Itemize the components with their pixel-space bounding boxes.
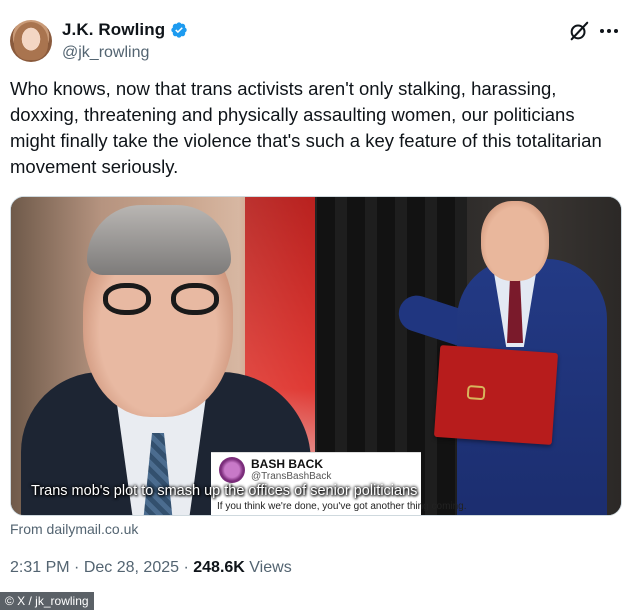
inset-handle: @TransBashBack [251, 471, 332, 482]
watermark: © X / jk_rowling [0, 592, 94, 610]
author-handle[interactable]: @jk_rowling [62, 44, 149, 62]
tweet-meta: 2:31 PM · Dec 28, 2025 · 248.6K Views [10, 559, 292, 577]
meta-separator: · [74, 559, 80, 576]
tweet-text: Who knows, now that trans activists aren… [10, 78, 602, 177]
meta-separator-2: · [183, 559, 189, 576]
author-name-row: J.K. Rowling [62, 20, 188, 40]
inset-avatar [219, 457, 245, 483]
views-label: Views [249, 559, 292, 576]
inset-name: BASH BACK [251, 457, 323, 471]
inset-text: If you think we're done, you've got anot… [217, 501, 467, 512]
tweet-card: J.K. Rowling @jk_rowling Who knows, now … [0, 0, 634, 610]
views-count: 248.6K [193, 559, 245, 576]
tweet-time[interactable]: 2:31 PM [10, 559, 70, 576]
media-caption: Trans mob's plot to smash up the offices… [31, 483, 418, 499]
author-avatar[interactable] [10, 20, 52, 62]
grok-icon[interactable] [568, 20, 590, 42]
more-options-icon[interactable] [600, 26, 622, 36]
verified-badge-icon [171, 22, 187, 38]
link-source[interactable]: From dailymail.co.uk [10, 521, 138, 537]
author-display-name[interactable]: J.K. Rowling [62, 20, 165, 40]
tweet-date[interactable]: Dec 28, 2025 [84, 559, 179, 576]
tweet-media[interactable]: BASH BACK @TransBashBack If you think we… [10, 196, 622, 516]
